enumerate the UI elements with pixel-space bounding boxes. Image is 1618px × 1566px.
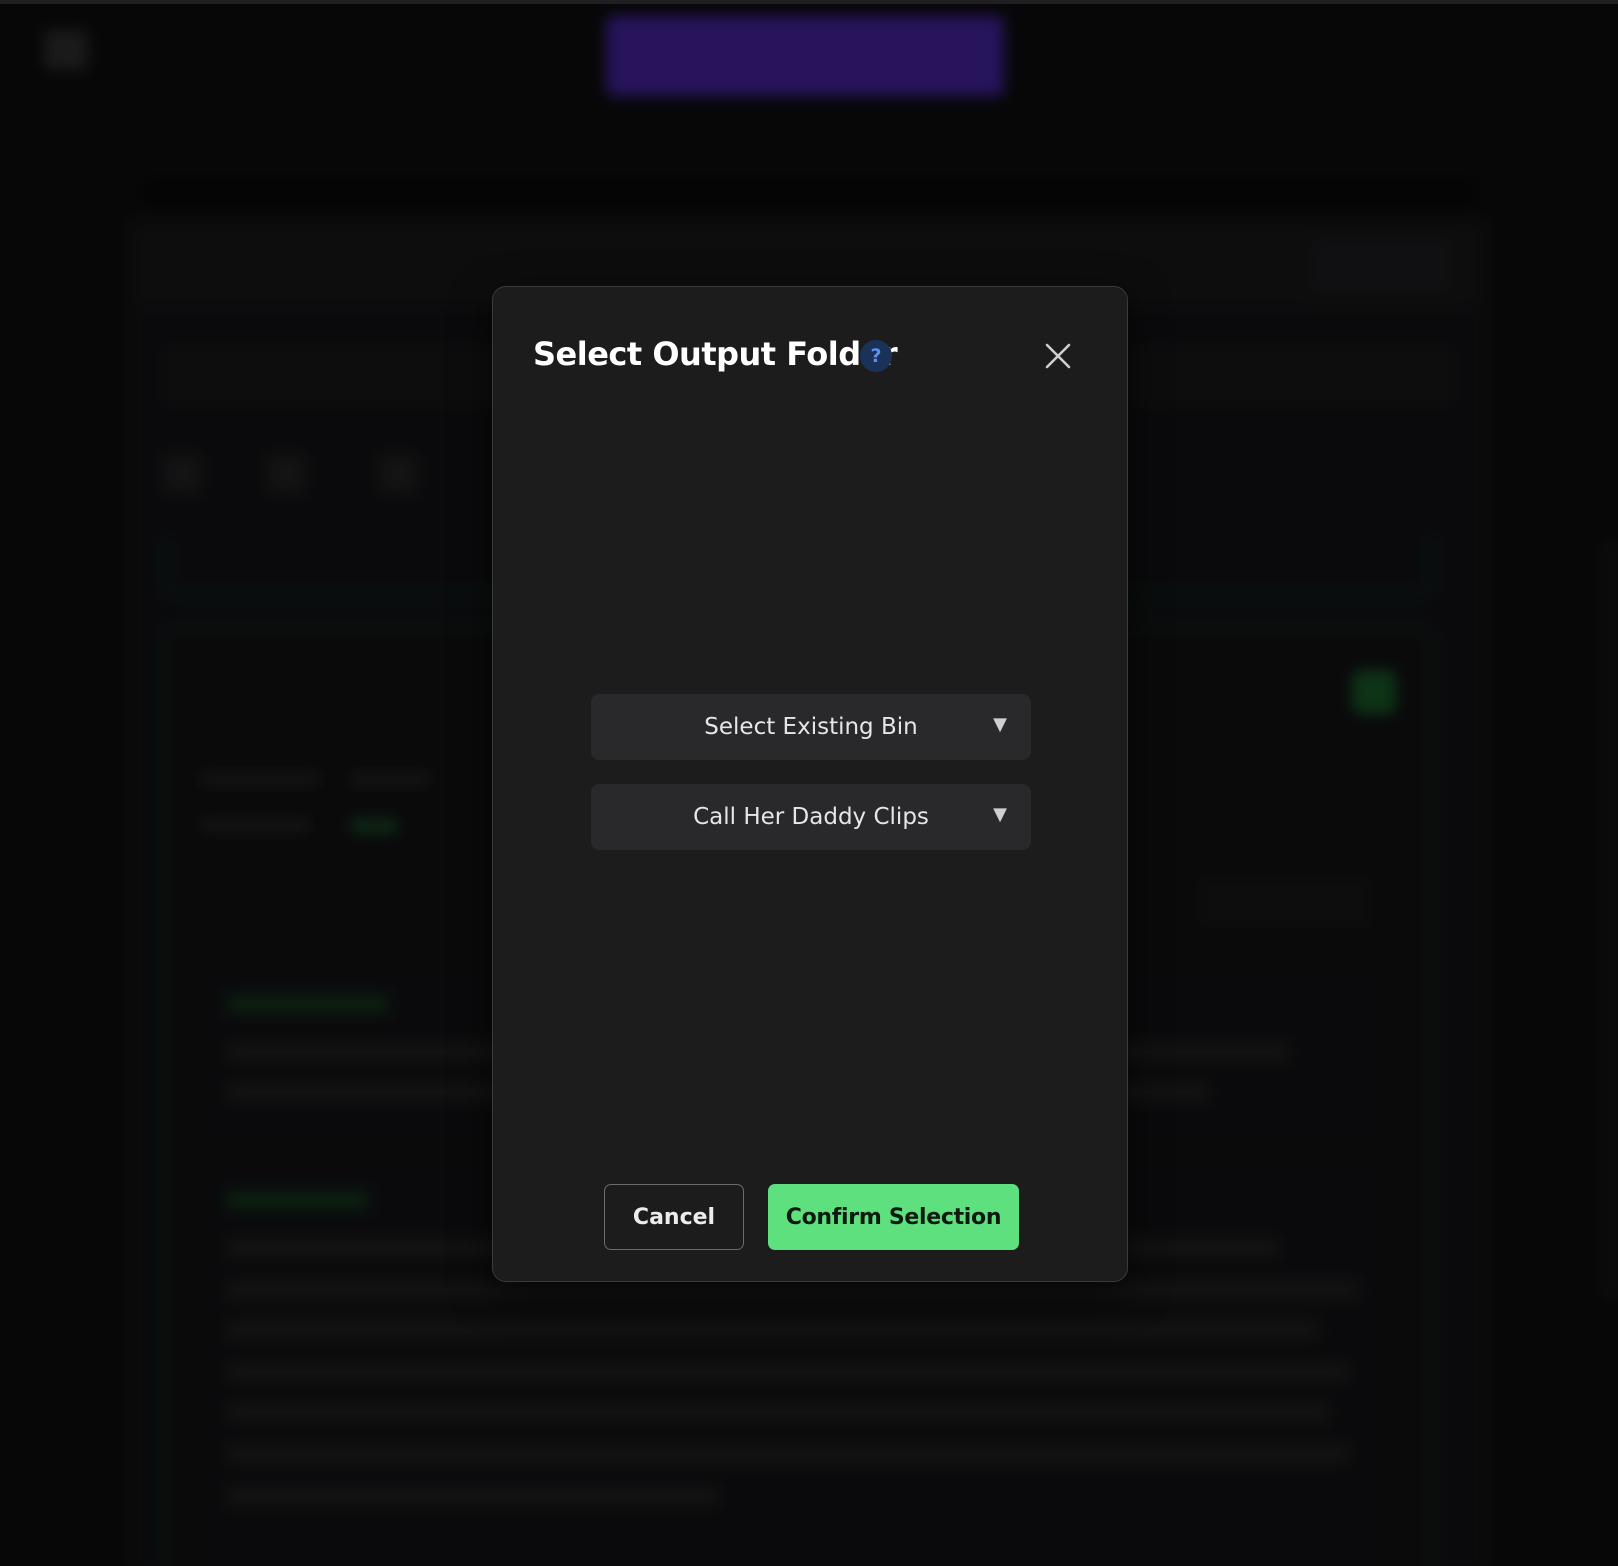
- existing-bin-select-value: Call Her Daddy Clips: [693, 804, 929, 830]
- help-icon[interactable]: ?: [860, 340, 892, 372]
- dialog-title: Select Output Folder: [533, 335, 898, 373]
- cancel-button[interactable]: Cancel: [604, 1184, 744, 1250]
- dropdown-arrow-icon: ▼: [993, 804, 1007, 825]
- dropdown-arrow-icon: ▼: [993, 714, 1007, 735]
- select-output-folder-dialog: Select Output Folder ? Select Existing B…: [492, 286, 1128, 1282]
- bin-mode-select[interactable]: Select Existing Bin ▼: [591, 694, 1031, 760]
- bin-mode-select-label: Select Existing Bin: [704, 714, 918, 740]
- app-screen: Select Output Folder ? Select Existing B…: [0, 0, 1618, 1566]
- existing-bin-select[interactable]: Call Her Daddy Clips ▼: [591, 784, 1031, 850]
- close-icon: [1045, 343, 1071, 369]
- close-button[interactable]: [1039, 337, 1077, 375]
- confirm-selection-button[interactable]: Confirm Selection: [768, 1184, 1019, 1250]
